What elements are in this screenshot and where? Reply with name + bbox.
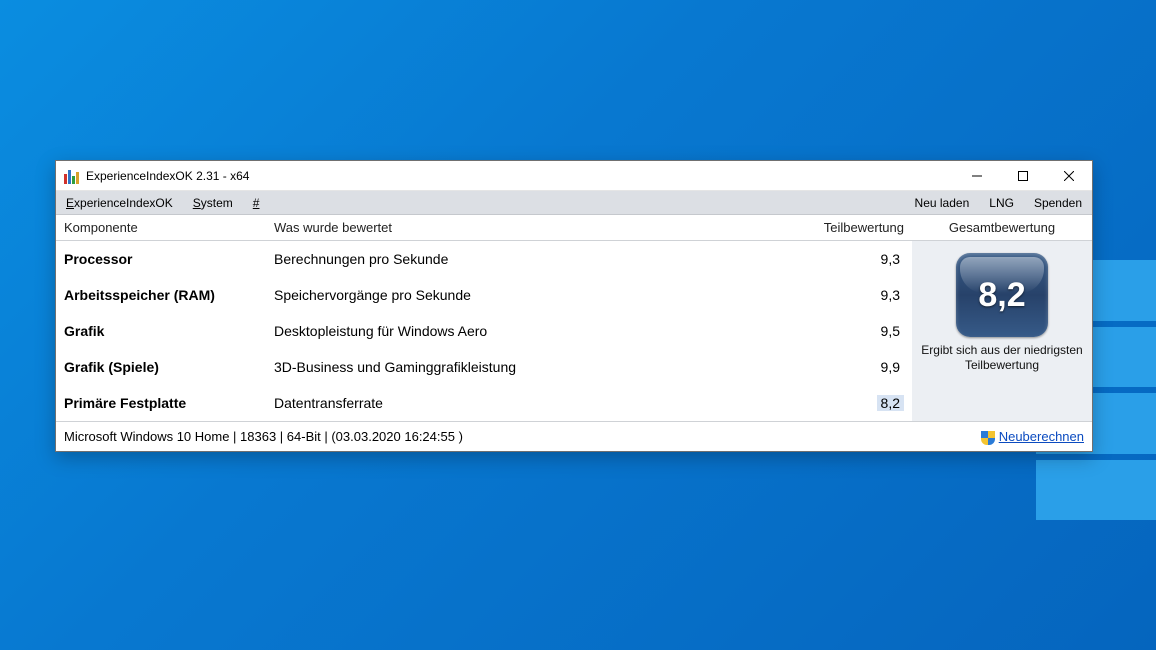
subscore-value: 9,5 <box>802 323 912 339</box>
menu-neu-laden[interactable]: Neu laden <box>911 194 974 212</box>
window-title: ExperienceIndexOK 2.31 - x64 <box>86 169 954 183</box>
close-icon <box>1064 171 1074 181</box>
menu-system[interactable]: System <box>189 194 237 212</box>
component-name: Grafik <box>56 323 266 339</box>
overall-badge: 8,2 <box>956 253 1048 337</box>
header-component: Komponente <box>56 220 266 235</box>
component-name: Arbeitsspeicher (RAM) <box>56 287 266 303</box>
score-table: ProcessorBerechnungen pro Sekunde9,3Arbe… <box>56 241 912 421</box>
table-row: ProcessorBerechnungen pro Sekunde9,3 <box>56 241 912 277</box>
component-name: Processor <box>56 251 266 267</box>
column-headers: Komponente Was wurde bewertet Teilbewert… <box>56 215 1092 241</box>
recalculate-label: Neuberechnen <box>999 429 1084 444</box>
rated-description: Desktopleistung für Windows Aero <box>266 323 802 339</box>
system-info: Microsoft Windows 10 Home | 18363 | 64-B… <box>64 429 981 444</box>
maximize-button[interactable] <box>1000 161 1046 191</box>
overall-note: Ergibt sich aus der niedrigsten Teilbewe… <box>920 343 1084 373</box>
footer: Microsoft Windows 10 Home | 18363 | 64-B… <box>56 421 1092 451</box>
header-subscore: Teilbewertung <box>802 220 912 235</box>
table-row: Primäre FestplatteDatentransferrate8,2 <box>56 385 912 421</box>
header-rated: Was wurde bewertet <box>266 220 802 235</box>
minimize-button[interactable] <box>954 161 1000 191</box>
table-row: GrafikDesktopleistung für Windows Aero9,… <box>56 313 912 349</box>
table-row: Grafik (Spiele)3D-Business und Gaminggra… <box>56 349 912 385</box>
maximize-icon <box>1018 171 1028 181</box>
overall-score: 8,2 <box>978 276 1025 315</box>
rated-description: Datentransferrate <box>266 395 802 411</box>
body: ProcessorBerechnungen pro Sekunde9,3Arbe… <box>56 241 1092 421</box>
rated-description: Speichervorgänge pro Sekunde <box>266 287 802 303</box>
rated-description: Berechnungen pro Sekunde <box>266 251 802 267</box>
app-window: ExperienceIndexOK 2.31 - x64 ExperienceI… <box>55 160 1093 452</box>
table-row: Arbeitsspeicher (RAM)Speichervorgänge pr… <box>56 277 912 313</box>
component-name: Primäre Festplatte <box>56 395 266 411</box>
overall-panel: 8,2 Ergibt sich aus der niedrigsten Teil… <box>912 241 1092 421</box>
menubar: ExperienceIndexOK System # Neu laden LNG Spe… <box>56 191 1092 215</box>
subscore-value: 8,2 <box>802 395 912 411</box>
subscore-value: 9,9 <box>802 359 912 375</box>
subscore-value: 9,3 <box>802 251 912 267</box>
menu--[interactable]: # <box>249 194 264 212</box>
rated-description: 3D-Business und Gaminggrafikleistung <box>266 359 802 375</box>
subscore-value: 9,3 <box>802 287 912 303</box>
app-icon <box>64 168 80 184</box>
recalculate-link[interactable]: Neuberechnen <box>981 429 1084 444</box>
menu-spenden[interactable]: Spenden <box>1030 194 1086 212</box>
titlebar[interactable]: ExperienceIndexOK 2.31 - x64 <box>56 161 1092 191</box>
menu-lng[interactable]: LNG <box>985 194 1018 212</box>
header-overall: Gesamtbewertung <box>912 220 1092 235</box>
close-button[interactable] <box>1046 161 1092 191</box>
minimize-icon <box>972 171 982 181</box>
component-name: Grafik (Spiele) <box>56 359 266 375</box>
shield-icon <box>981 431 995 445</box>
menu-experienceindexok[interactable]: ExperienceIndexOK <box>62 194 177 212</box>
